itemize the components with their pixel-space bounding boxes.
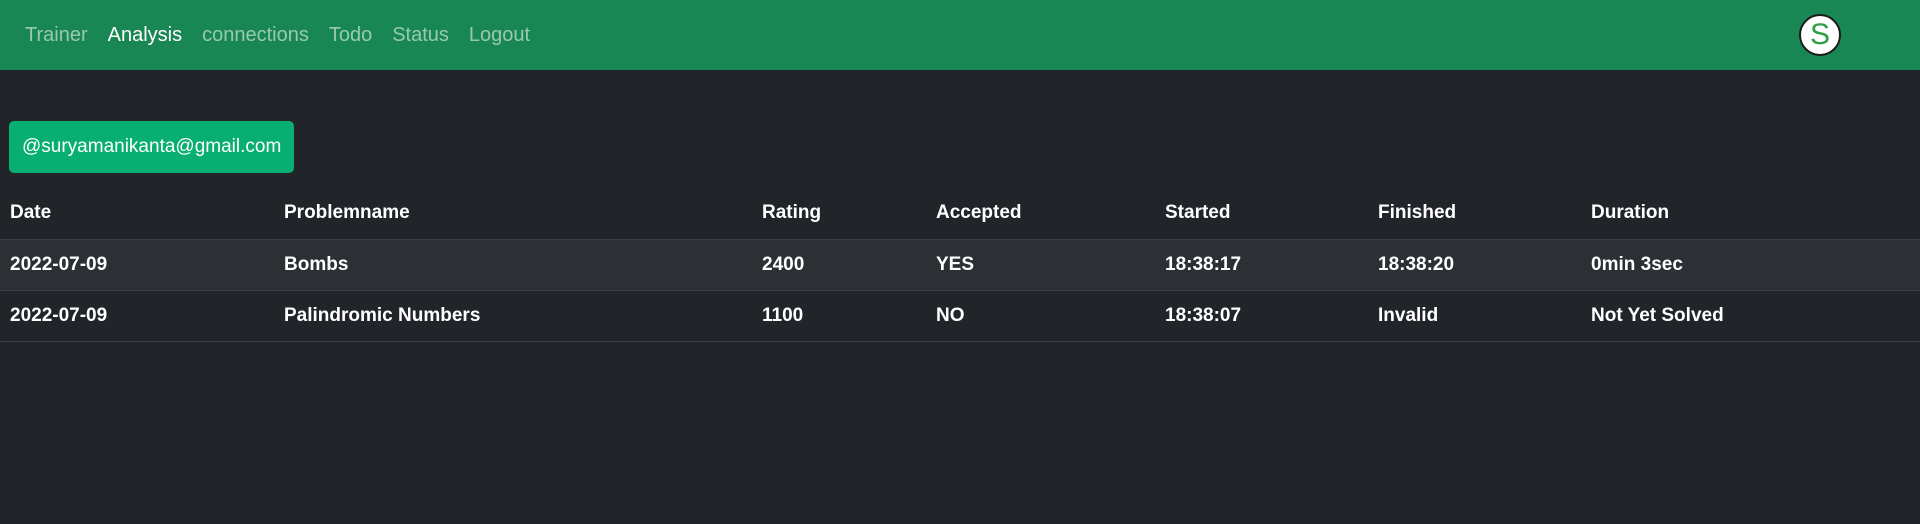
analysis-table: Date Problemname Rating Accepted Started… (0, 188, 1920, 342)
header-started: Started (1165, 202, 1231, 224)
header-accepted: Accepted (936, 202, 1022, 224)
top-navbar: Trainer Analysis connections Todo Status… (0, 0, 1920, 70)
cell-problemname: Bombs (284, 253, 349, 275)
user-avatar[interactable]: S (1799, 14, 1841, 56)
cell-accepted: NO (936, 304, 965, 326)
nav-link-status[interactable]: Status (392, 24, 449, 47)
nav-links: Trainer Analysis connections Todo Status… (25, 0, 550, 70)
cell-started: 18:38:07 (1165, 304, 1242, 326)
cell-duration: Not Yet Solved (1591, 304, 1724, 326)
header-finished: Finished (1378, 202, 1457, 224)
table-row: 2022-07-09 Palindromic Numbers 1100 NO 1… (0, 290, 1920, 341)
nav-link-logout[interactable]: Logout (469, 24, 530, 47)
table-row: 2022-07-09 Bombs 2400 YES 18:38:17 18:38… (0, 239, 1920, 290)
cell-started: 18:38:17 (1165, 253, 1242, 275)
cell-date: 2022-07-09 (10, 304, 108, 326)
header-duration: Duration (1591, 202, 1670, 224)
nav-link-connections[interactable]: connections (202, 24, 309, 47)
cell-accepted: YES (936, 253, 975, 275)
nav-link-analysis[interactable]: Analysis (108, 24, 182, 47)
nav-link-trainer[interactable]: Trainer (25, 24, 88, 47)
nav-link-todo[interactable]: Todo (329, 24, 372, 47)
user-email-badge[interactable]: @suryamanikanta@gmail.com (9, 121, 295, 173)
cell-finished: 18:38:20 (1378, 253, 1455, 275)
header-problemname: Problemname (284, 202, 410, 224)
table-header-row: Date Problemname Rating Accepted Started… (0, 188, 1920, 239)
header-rating: Rating (762, 202, 822, 224)
cell-duration: 0min 3sec (1591, 253, 1683, 275)
header-date: Date (10, 202, 52, 224)
cell-finished: Invalid (1378, 304, 1439, 326)
cell-rating: 2400 (762, 253, 805, 275)
cell-date: 2022-07-09 (10, 253, 108, 275)
cell-rating: 1100 (762, 304, 804, 326)
cell-problemname: Palindromic Numbers (284, 304, 481, 326)
